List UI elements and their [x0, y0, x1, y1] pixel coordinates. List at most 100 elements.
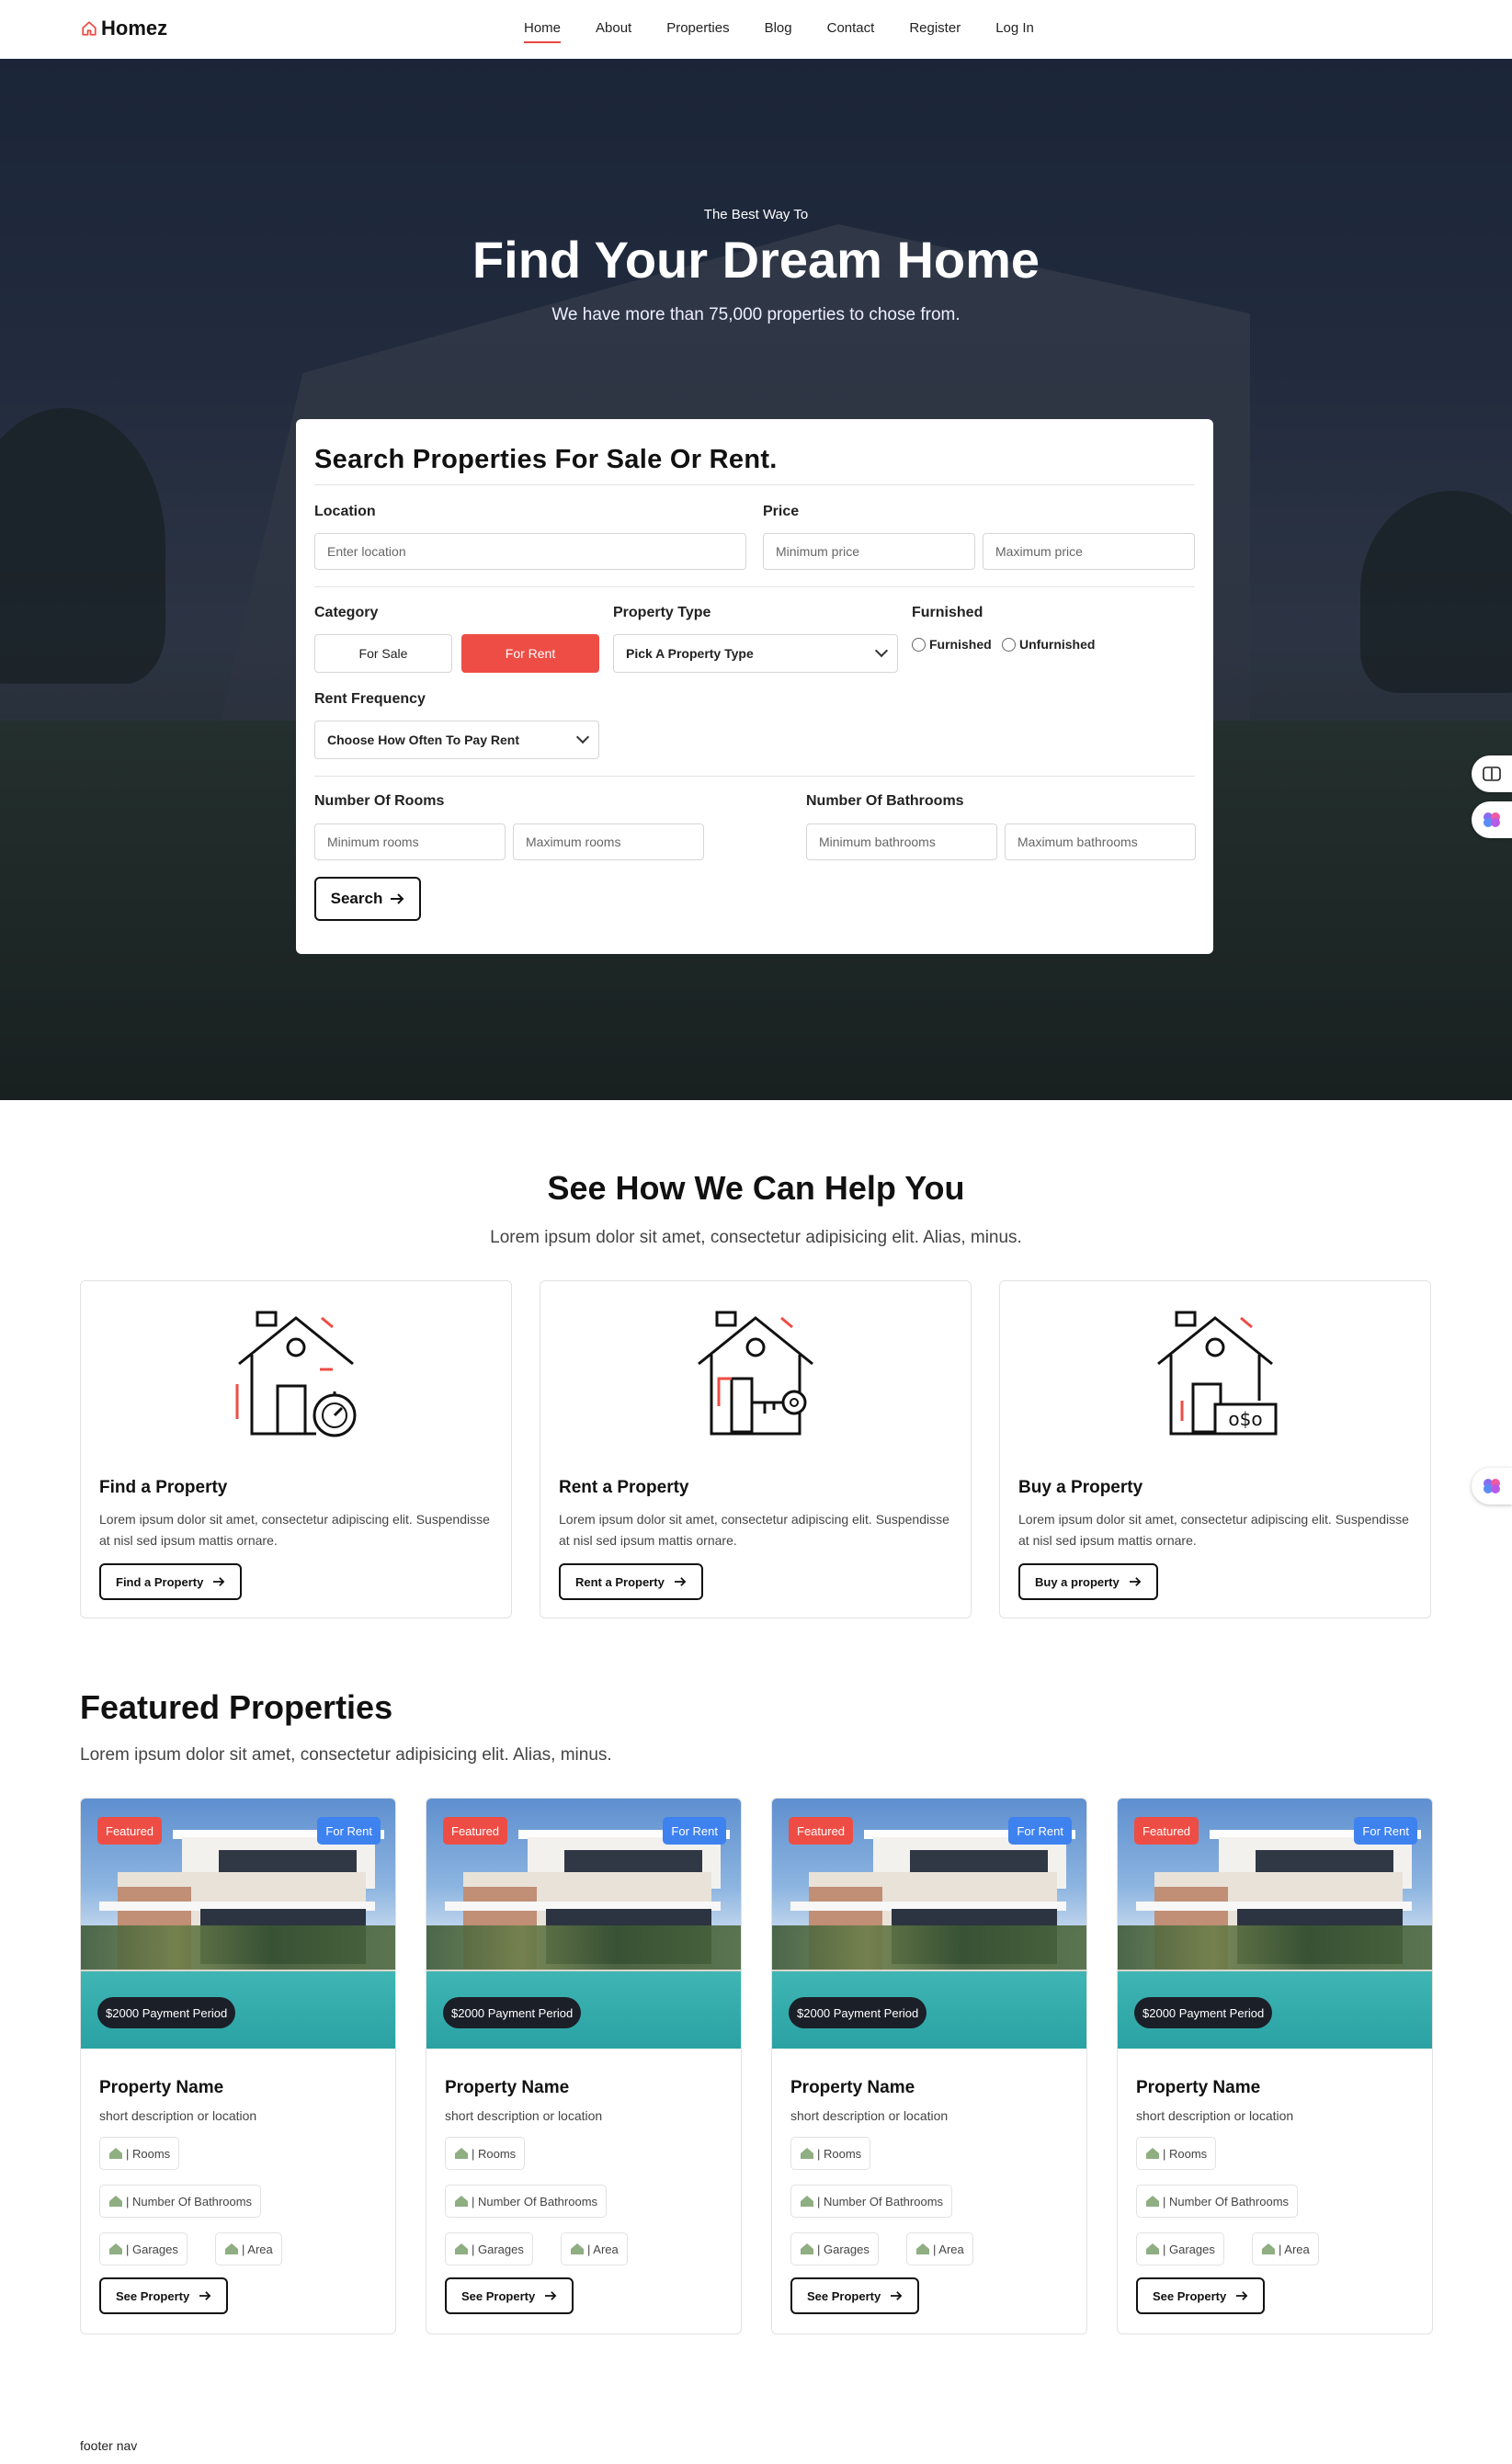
nav-item-login[interactable]: Log In [995, 20, 1034, 43]
help-card-text: Lorem ipsum dolor sit amet, consectetur … [1018, 1512, 1409, 1548]
search-title: Search Properties For Sale Or Rent. [314, 445, 778, 474]
furnished-radio[interactable]: Furnished [912, 637, 992, 652]
location-input[interactable]: Enter location [314, 533, 746, 570]
featured-title: Featured Properties [80, 1688, 393, 1726]
help-card-title: Find a Property [99, 1478, 228, 1497]
price-label: Price [763, 504, 800, 519]
property-name: Property Name [1136, 2078, 1261, 2097]
house-key-icon [698, 1311, 813, 1436]
buy-property-button[interactable]: Buy a property [1018, 1563, 1158, 1600]
bathrooms-chip-label: | Number Of Bathrooms [817, 2194, 944, 2209]
find-property-button[interactable]: Find a Property [99, 1563, 243, 1600]
hero-title: Find Your Dream Home [472, 231, 1040, 289]
garages-chip-label: | Garages [817, 2242, 870, 2256]
nav-item-register[interactable]: Register [909, 20, 961, 43]
bathrooms-chip-label: | Number Of Bathrooms [126, 2194, 253, 2209]
rent-property-button[interactable]: Rent a Property [559, 1563, 703, 1600]
see-property-button[interactable]: See Property [99, 2277, 229, 2314]
unfurnished-radio[interactable]: Unfurnished [1002, 637, 1095, 652]
radio-circle[interactable] [1002, 637, 1016, 652]
nav-item-blog[interactable]: Blog [765, 20, 792, 43]
price-badge: $2000 Payment Period [97, 1997, 236, 2028]
home-icon [455, 2243, 468, 2254]
max-price-input[interactable]: Maximum price [983, 533, 1195, 570]
home-icon [455, 2196, 468, 2207]
home-icon [109, 2148, 122, 2159]
garages-chip-label: | Garages [126, 2242, 178, 2256]
see-property-button[interactable]: See Property [1136, 2277, 1266, 2314]
property-image[interactable]: Featured For Rent $2000 Payment Period [1118, 1799, 1432, 2049]
rooms-chip-label: | Rooms [472, 2146, 517, 2161]
garages-chip: | Garages [445, 2232, 533, 2265]
rooms-chip-label: | Rooms [1163, 2146, 1208, 2161]
divider [314, 586, 1195, 587]
chevron-down-icon [874, 643, 889, 658]
see-property-button-label: See Property [807, 2288, 881, 2303]
garages-chip: | Garages [99, 2232, 188, 2265]
home-icon [225, 2243, 238, 2254]
help-card-find: Find a Property Lorem ipsum dolor sit am… [80, 1280, 512, 1618]
reader-mode-button[interactable] [1472, 755, 1512, 792]
max-rooms-input[interactable]: Maximum rooms [513, 823, 704, 860]
see-property-button[interactable]: See Property [790, 2277, 920, 2314]
bathrooms-chip: | Number Of Bathrooms [445, 2185, 608, 2218]
rooms-chip-label: | Rooms [126, 2146, 171, 2161]
search-button-label: Search [330, 890, 383, 907]
logo[interactable]: Homez [81, 17, 167, 40]
furnished-option-label: Furnished [929, 637, 992, 652]
find-property-button-label: Find a Property [116, 1574, 204, 1589]
min-bathrooms-input[interactable]: Minimum bathrooms [806, 823, 997, 860]
property-card[interactable]: Featured For Rent $2000 Payment Period P… [80, 1798, 396, 2334]
nav-item-contact[interactable]: Contact [827, 20, 875, 43]
property-type-select[interactable]: Pick A Property Type [613, 634, 898, 673]
see-property-button[interactable]: See Property [445, 2277, 574, 2314]
location-label: Location [314, 504, 376, 519]
home-icon [1262, 2243, 1275, 2254]
divider [314, 776, 1195, 777]
ai-assistant-button[interactable] [1472, 801, 1512, 838]
property-name: Property Name [790, 2078, 915, 2097]
property-card[interactable]: Featured For Rent $2000 Payment Period P… [426, 1798, 742, 2334]
search-button[interactable]: Search [314, 877, 421, 921]
garages-chip-label: | Garages [1163, 2242, 1215, 2256]
property-image[interactable]: Featured For Rent $2000 Payment Period [81, 1799, 395, 2049]
hero-kicker: The Best Way To [703, 207, 809, 222]
arrow-right-icon [891, 2291, 903, 2300]
property-description: short description or location [1136, 2108, 1294, 2123]
property-card[interactable]: Featured For Rent $2000 Payment Period P… [1117, 1798, 1433, 2334]
property-card[interactable]: Featured For Rent $2000 Payment Period P… [771, 1798, 1087, 2334]
see-property-button-label: See Property [461, 2288, 536, 2303]
max-bathrooms-input[interactable]: Maximum bathrooms [1005, 823, 1196, 860]
min-rooms-input[interactable]: Minimum rooms [314, 823, 506, 860]
hero-subtitle: We have more than 75,000 properties to c… [551, 305, 961, 324]
property-image[interactable]: Featured For Rent $2000 Payment Period [426, 1799, 741, 2049]
rent-frequency-select[interactable]: Choose How Often To Pay Rent [314, 721, 599, 759]
area-chip: | Area [561, 2232, 628, 2265]
property-description: short description or location [790, 2108, 949, 2123]
area-chip-label: | Area [1279, 2242, 1310, 2256]
nav-item-properties[interactable]: Properties [666, 20, 729, 43]
min-price-input[interactable]: Minimum price [763, 533, 975, 570]
category-rent-button[interactable]: For Rent [461, 634, 599, 673]
featured-badge: Featured [789, 1817, 854, 1845]
area-chip-label: | Area [587, 2242, 619, 2256]
price-badge: $2000 Payment Period [789, 1997, 927, 2028]
home-icon [1146, 2243, 1159, 2254]
search-card: Search Properties For Sale Or Rent. Loca… [296, 419, 1213, 954]
rent-property-button-label: Rent a Property [575, 1574, 665, 1589]
property-type-value: Pick A Property Type [626, 646, 754, 661]
nav-item-about[interactable]: About [596, 20, 631, 43]
brain-icon [1484, 1479, 1500, 1493]
radio-circle[interactable] [912, 637, 926, 652]
bathrooms-label: Number Of Bathrooms [806, 793, 964, 809]
ai-assistant-button-secondary[interactable] [1472, 1468, 1512, 1505]
category-sale-button[interactable]: For Sale [314, 634, 452, 673]
price-badge: $2000 Payment Period [443, 1997, 582, 2028]
nav-item-home[interactable]: Home [524, 20, 562, 43]
property-description: short description or location [445, 2108, 603, 2123]
home-icon [916, 2243, 929, 2254]
rooms-chip: | Rooms [99, 2137, 180, 2170]
arrow-right-icon [199, 2291, 211, 2300]
home-icon [1146, 2148, 1159, 2159]
property-image[interactable]: Featured For Rent $2000 Payment Period [772, 1799, 1086, 2049]
